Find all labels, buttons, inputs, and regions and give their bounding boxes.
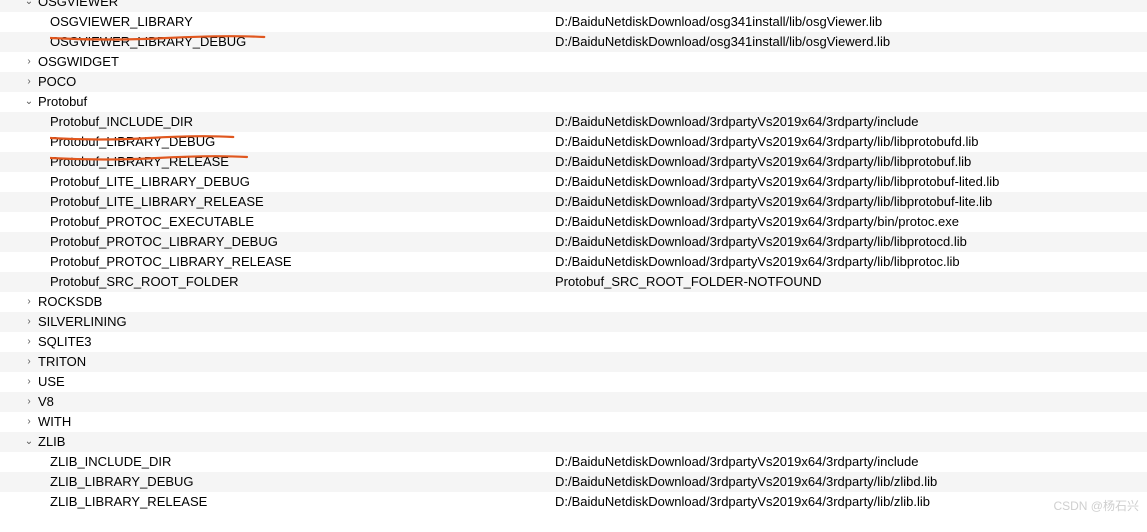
- tree-row[interactable]: ›WITH: [0, 412, 1147, 432]
- tree-row[interactable]: Protobuf_LITE_LIBRARY_DEBUG D:/BaiduNetdi…: [0, 172, 1147, 192]
- row-name-label: V8: [38, 392, 54, 412]
- tree-row[interactable]: OSGVIEWER_LIBRARY_DEBUG D:/BaiduNetdiskDo…: [0, 32, 1147, 52]
- tree-row[interactable]: ›POCO: [0, 72, 1147, 92]
- tree-row[interactable]: Protobuf_INCLUDE_DIR D:/BaiduNetdiskDownl…: [0, 112, 1147, 132]
- chevron-down-icon[interactable]: ⌄: [22, 0, 36, 12]
- row-name-label: Protobuf_INCLUDE_DIR: [50, 112, 193, 132]
- chevron-right-icon[interactable]: ›: [22, 352, 36, 372]
- row-value-cell[interactable]: D:/BaiduNetdiskDownload/3rdpartyVs2019x6…: [555, 112, 1147, 132]
- chevron-right-icon[interactable]: ›: [22, 412, 36, 432]
- row-name-label: OSGVIEWER: [38, 0, 118, 12]
- tree-row[interactable]: Protobuf_SRC_ROOT_FOLDER Protobuf_SRC_ROO…: [0, 272, 1147, 292]
- row-value-cell[interactable]: D:/BaiduNetdiskDownload/3rdpartyVs2019x6…: [555, 172, 1147, 192]
- row-value-cell[interactable]: D:/BaiduNetdiskDownload/3rdpartyVs2019x6…: [555, 212, 1147, 232]
- chevron-down-icon[interactable]: ⌄: [22, 432, 36, 452]
- row-name-label: Protobuf_SRC_ROOT_FOLDER: [50, 272, 239, 292]
- tree-row[interactable]: ⌄Protobuf: [0, 92, 1147, 112]
- row-name-label: SILVERLINING: [38, 312, 127, 332]
- row-name-label: Protobuf_LIBRARY_RELEASE: [50, 152, 229, 172]
- tree-row[interactable]: Protobuf_LIBRARY_RELEASE D:/BaiduNetdiskD…: [0, 152, 1147, 172]
- chevron-right-icon[interactable]: ›: [22, 72, 36, 92]
- tree-row[interactable]: ZLIB_LIBRARY_RELEASED:/BaiduNetdiskDownl…: [0, 492, 1147, 512]
- tree-row[interactable]: ›SQLITE3: [0, 332, 1147, 352]
- row-name-label: Protobuf_LIBRARY_DEBUG: [50, 132, 215, 152]
- chevron-right-icon[interactable]: ›: [22, 392, 36, 412]
- tree-row[interactable]: ›ROCKSDB: [0, 292, 1147, 312]
- tree-row[interactable]: ›USE: [0, 372, 1147, 392]
- tree-row[interactable]: Protobuf_PROTOC_LIBRARY_RELEASE D:/BaiduN…: [0, 252, 1147, 272]
- chevron-right-icon[interactable]: ›: [22, 332, 36, 352]
- tree-row[interactable]: Protobuf_PROTOC_LIBRARY_DEBUG D:/BaiduNet…: [0, 232, 1147, 252]
- tree-row[interactable]: ›V8: [0, 392, 1147, 412]
- row-name-label: ZLIB: [38, 432, 65, 452]
- tree-row[interactable]: ›SILVERLINING: [0, 312, 1147, 332]
- chevron-right-icon[interactable]: ›: [22, 312, 36, 332]
- watermark-text: CSDN @杨石兴: [1053, 497, 1139, 514]
- row-name-label: Protobuf_PROTOC_LIBRARY_RELEASE: [50, 252, 292, 272]
- row-name-label: ZLIB_LIBRARY_RELEASE: [50, 492, 207, 512]
- tree-row[interactable]: ZLIB_LIBRARY_DEBUG D:/BaiduNetdiskDownloa…: [0, 472, 1147, 492]
- tree-row[interactable]: ZLIB_INCLUDE_DIR D:/BaiduNetdiskDownload/…: [0, 452, 1147, 472]
- chevron-right-icon[interactable]: ›: [22, 292, 36, 312]
- row-name-label: Protobuf_PROTOC_LIBRARY_DEBUG: [50, 232, 278, 252]
- row-value-cell[interactable]: D:/BaiduNetdiskDownload/osg341install/li…: [555, 32, 1147, 52]
- chevron-down-icon[interactable]: ⌄: [22, 92, 36, 112]
- row-name-label: TRITON: [38, 352, 86, 372]
- tree-row[interactable]: ›OSGWIDGET: [0, 52, 1147, 72]
- row-value-cell[interactable]: D:/BaiduNetdiskDownload/3rdpartyVs2019x6…: [555, 132, 1147, 152]
- row-name-label: OSGWIDGET: [38, 52, 119, 72]
- row-value-cell[interactable]: Protobuf_SRC_ROOT_FOLDER-NOTFOUND: [555, 272, 1147, 292]
- row-value-cell[interactable]: D:/BaiduNetdiskDownload/3rdpartyVs2019x6…: [555, 232, 1147, 252]
- row-name-label: Protobuf_LITE_LIBRARY_RELEASE: [50, 192, 264, 212]
- row-name-label: WITH: [38, 412, 71, 432]
- tree-row[interactable]: ⌄OSGVIEWER: [0, 0, 1147, 12]
- row-value-cell[interactable]: D:/BaiduNetdiskDownload/3rdpartyVs2019x6…: [555, 152, 1147, 172]
- tree-row[interactable]: Protobuf_LIBRARY_DEBUG D:/BaiduNetdiskDow…: [0, 132, 1147, 152]
- row-name-label: ROCKSDB: [38, 292, 102, 312]
- row-name-label: ZLIB_LIBRARY_DEBUG: [50, 472, 194, 492]
- row-value-cell[interactable]: D:/BaiduNetdiskDownload/3rdpartyVs2019x6…: [555, 252, 1147, 272]
- row-name-label: SQLITE3: [38, 332, 91, 352]
- tree-row[interactable]: OSGVIEWER_LIBRARY D:/BaiduNetdiskDownload…: [0, 12, 1147, 32]
- row-name-label: Protobuf: [38, 92, 87, 112]
- row-value-cell[interactable]: D:/BaiduNetdiskDownload/osg341install/li…: [555, 12, 1147, 32]
- row-name-label: Protobuf_PROTOC_EXECUTABLE: [50, 212, 254, 232]
- cmake-config-tree: ›OSGUTIL⌄OSGVIEWER OSGVIEWER_LIBRARYD:/B…: [0, 0, 1147, 512]
- tree-row[interactable]: Protobuf_PROTOC_EXECUTABLE D:/BaiduNetdis…: [0, 212, 1147, 232]
- row-value-cell[interactable]: D:/BaiduNetdiskDownload/3rdpartyVs2019x6…: [555, 192, 1147, 212]
- row-name-label: USE: [38, 372, 65, 392]
- row-name-label: POCO: [38, 72, 76, 92]
- row-name-label: OSGVIEWER_LIBRARY_DEBUG: [50, 32, 246, 52]
- row-value-cell[interactable]: D:/BaiduNetdiskDownload/3rdpartyVs2019x6…: [555, 452, 1147, 472]
- row-name-label: OSGVIEWER_LIBRARY: [50, 12, 193, 32]
- tree-row[interactable]: ⌄ZLIB: [0, 432, 1147, 452]
- tree-row[interactable]: ›TRITON: [0, 352, 1147, 372]
- tree-row[interactable]: Protobuf_LITE_LIBRARY_RELEASE D:/BaiduNet…: [0, 192, 1147, 212]
- chevron-right-icon[interactable]: ›: [22, 52, 36, 72]
- chevron-right-icon[interactable]: ›: [22, 372, 36, 392]
- row-value-cell[interactable]: D:/BaiduNetdiskDownload/3rdpartyVs2019x6…: [555, 472, 1147, 492]
- row-name-label: ZLIB_INCLUDE_DIR: [50, 452, 171, 472]
- row-name-label: Protobuf_LITE_LIBRARY_DEBUG: [50, 172, 250, 192]
